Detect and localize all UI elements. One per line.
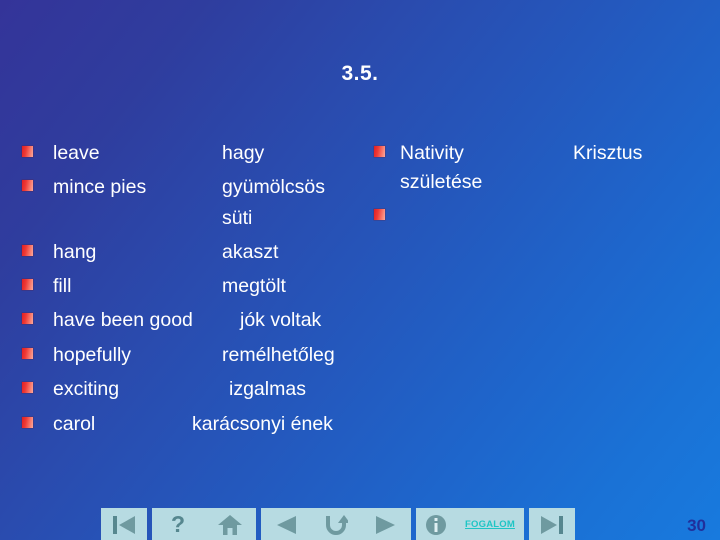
list-bullet <box>22 180 33 191</box>
list-bullet <box>22 313 33 324</box>
vocab-term-english: exciting <box>53 378 120 400</box>
nav-group-info-glossary: FOGALOM <box>416 508 524 540</box>
vocab-term-english: leave <box>53 142 100 164</box>
nav-group-prev-return-next <box>261 508 411 540</box>
vocab-term-hungarian: karácsonyi ének <box>192 413 333 435</box>
last-slide-button[interactable] <box>529 508 575 540</box>
list-bullet <box>22 382 33 393</box>
vocab-term-hungarian: megtölt <box>222 275 286 297</box>
vocab-term-english: fill <box>53 275 72 297</box>
vocab-term-hungarian: Krisztus <box>573 142 643 164</box>
previous-slide-button[interactable] <box>261 508 311 540</box>
list-bullet <box>22 245 33 256</box>
vocab-term-hungarian: hagy <box>222 142 265 164</box>
vocab-term-english: Nativity <box>400 142 464 164</box>
vocab-term-english: születése <box>400 171 483 193</box>
list-bullet <box>22 146 33 157</box>
glossary-link-button[interactable]: FOGALOM <box>456 508 524 540</box>
vocab-term-hungarian: remélhetőleg <box>222 344 335 366</box>
skip-forward-icon <box>539 515 565 535</box>
triangle-right-icon <box>374 515 398 535</box>
slide-canvas: 3.5. leave hagy mince pies gyümölcsös süti ha… <box>0 0 720 540</box>
question-mark-icon: ? <box>170 511 186 537</box>
vocab-term-english: have been good <box>53 309 193 331</box>
vocab-term-hungarian: süti <box>222 207 253 229</box>
list-bullet <box>374 146 385 157</box>
vocab-term-hungarian: akaszt <box>222 241 279 263</box>
vocab-term-hungarian: gyümölcsös <box>222 176 325 198</box>
nav-group-help-home: ? <box>152 508 256 540</box>
list-bullet <box>374 209 385 220</box>
list-bullet <box>22 348 33 359</box>
skip-back-icon <box>111 515 137 535</box>
return-button[interactable] <box>311 508 361 540</box>
nav-group-first <box>101 508 147 540</box>
vocab-term-english: mince pies <box>53 176 147 198</box>
vocab-term-hungarian: jók voltak <box>240 309 322 331</box>
info-button[interactable] <box>416 508 456 540</box>
home-button[interactable] <box>204 508 256 540</box>
help-button[interactable]: ? <box>152 508 204 540</box>
triangle-left-icon <box>274 515 298 535</box>
vocab-term-english: carol <box>53 413 96 435</box>
vocab-term-hungarian: izgalmas <box>229 378 306 400</box>
first-slide-button[interactable] <box>101 508 147 540</box>
next-slide-button[interactable] <box>361 508 411 540</box>
list-bullet <box>22 417 33 428</box>
glossary-link-label[interactable]: FOGALOM <box>465 519 515 530</box>
page-title: 3.5. <box>341 62 379 85</box>
home-icon <box>217 514 243 536</box>
nav-group-last <box>529 508 575 540</box>
page-number: 30 <box>687 516 706 535</box>
list-bullet <box>22 279 33 290</box>
return-arrow-icon <box>324 514 348 536</box>
vocab-term-english: hopefully <box>53 344 132 366</box>
vocab-term-english: hang <box>53 241 97 263</box>
info-circle-icon <box>425 514 447 536</box>
navigation-bar: ? FOGALOM <box>101 508 575 540</box>
